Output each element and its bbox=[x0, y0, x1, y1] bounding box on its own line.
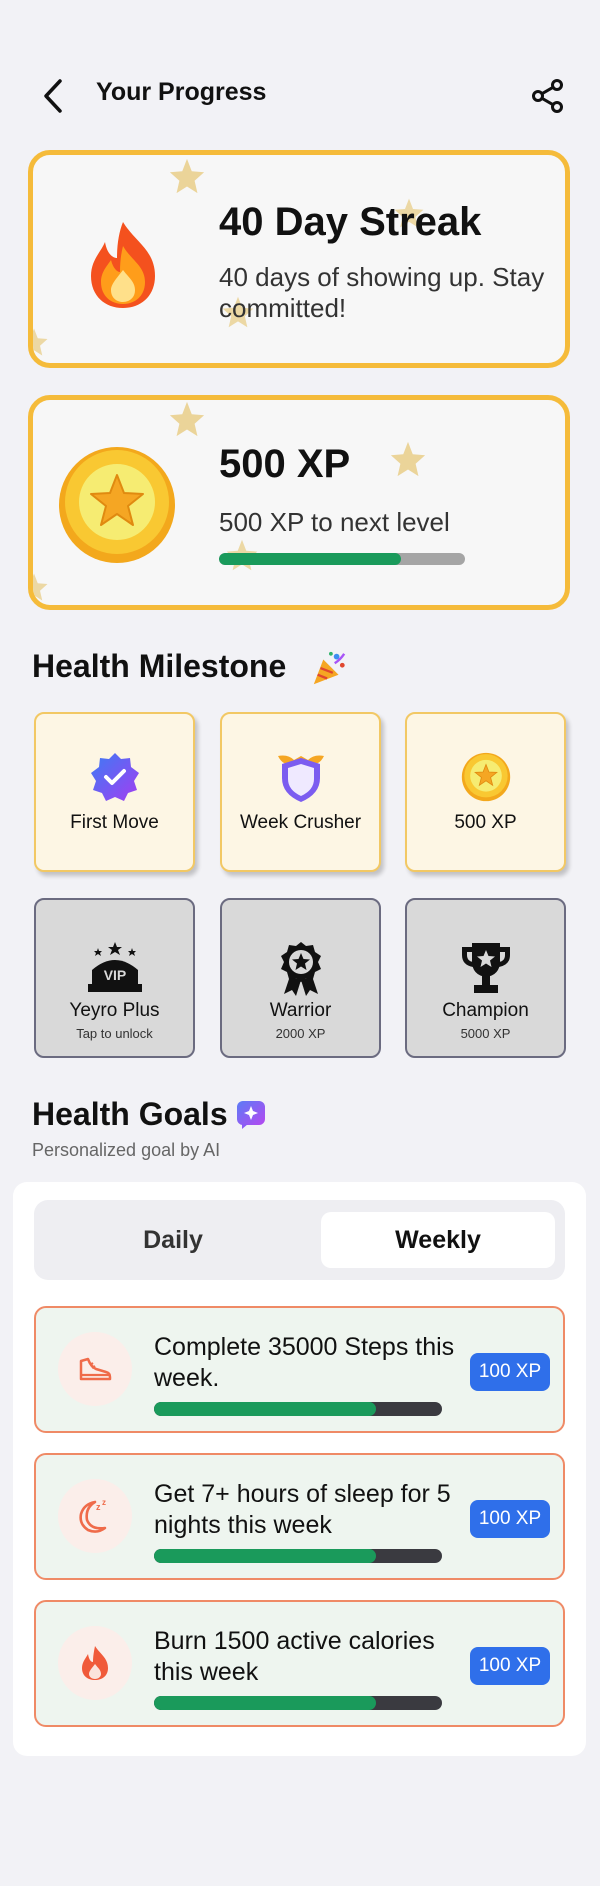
milestone-section-title: Health Milestone bbox=[32, 648, 287, 684]
moon-sleep-icon: z z bbox=[58, 1479, 132, 1553]
flame-icon bbox=[58, 1626, 132, 1700]
badge-week-crusher[interactable]: Week Crusher bbox=[220, 712, 381, 872]
goal-xp-badge: 100 XP bbox=[470, 1500, 550, 1538]
goal-text: Burn 1500 active calories this week bbox=[154, 1627, 435, 1686]
vip-crown-icon: VIP bbox=[84, 940, 146, 996]
badge-label: Warrior bbox=[269, 1000, 332, 1021]
star-coin-icon bbox=[59, 447, 175, 563]
goal-progress-bar bbox=[154, 1696, 442, 1710]
goal-item-steps[interactable]: Complete 35000 Steps this week. 100 XP bbox=[34, 1306, 565, 1433]
star-coin-icon bbox=[459, 750, 513, 804]
share-icon bbox=[532, 79, 563, 113]
badge-first-move[interactable]: First Move bbox=[34, 712, 195, 872]
badge-yeyro-plus[interactable]: VIP Yeyro Plus Tap to unlock bbox=[34, 898, 195, 1058]
party-popper-icon bbox=[313, 651, 346, 685]
goal-progress-bar bbox=[154, 1549, 442, 1563]
svg-text:VIP: VIP bbox=[103, 967, 126, 983]
goals-subtitle: Personalized goal by AI bbox=[32, 1140, 221, 1160]
badge-label: 500 XP bbox=[454, 812, 517, 833]
badge-500-xp[interactable]: 500 XP bbox=[405, 712, 566, 872]
shield-icon bbox=[274, 750, 328, 804]
goal-text: Complete 35000 Steps this week. bbox=[154, 1333, 455, 1392]
streak-subtitle: 40 days of showing up. Stay committed! bbox=[219, 262, 545, 323]
goals-section-title: Health Goals bbox=[32, 1096, 228, 1132]
award-ribbon-icon bbox=[270, 940, 332, 996]
shoe-icon bbox=[58, 1332, 132, 1406]
goal-xp-badge: 100 XP bbox=[470, 1647, 550, 1685]
header: Your Progress bbox=[0, 60, 600, 130]
streak-card: 40 Day Streak 40 days of showing up. Sta… bbox=[28, 150, 570, 368]
goal-progress-fill bbox=[154, 1696, 376, 1710]
sparkle-star-icon bbox=[169, 401, 205, 437]
svg-text:z: z bbox=[102, 1498, 106, 1507]
badge-sublabel: 2000 XP bbox=[275, 1026, 326, 1041]
goal-xp-badge: 100 XP bbox=[470, 1353, 550, 1391]
badge-label: Week Crusher bbox=[239, 812, 362, 833]
streak-title: 40 Day Streak bbox=[219, 200, 482, 244]
badge-label: First Move bbox=[70, 812, 159, 833]
tab-daily[interactable]: Daily bbox=[56, 1212, 290, 1268]
badge-label: Yeyro Plus bbox=[69, 1000, 160, 1021]
goal-text: Get 7+ hours of sleep for 5 nights this … bbox=[154, 1480, 451, 1539]
badge-sublabel: 5000 XP bbox=[460, 1026, 511, 1041]
goals-panel: Daily Weekly Complete 35000 Steps this w… bbox=[13, 1182, 586, 1756]
goal-progress-fill bbox=[154, 1549, 376, 1563]
sparkle-star-icon bbox=[33, 573, 48, 601]
goal-progress-fill bbox=[154, 1402, 376, 1416]
sparkle-star-icon bbox=[169, 158, 205, 194]
svg-text:z: z bbox=[96, 1502, 101, 1512]
badge-champion[interactable]: Champion 5000 XP bbox=[405, 898, 566, 1058]
xp-progress-fill bbox=[219, 553, 402, 565]
xp-card: 500 XP 500 XP to next level bbox=[28, 395, 570, 610]
xp-subtitle: 500 XP to next level bbox=[219, 507, 450, 537]
page-title: Your Progress bbox=[96, 78, 267, 106]
trophy-icon bbox=[455, 940, 517, 996]
badge-label: Champion bbox=[442, 1000, 529, 1021]
badge-warrior[interactable]: Warrior 2000 XP bbox=[220, 898, 381, 1058]
chevron-left-icon bbox=[44, 79, 62, 113]
goal-period-tabs: Daily Weekly bbox=[34, 1200, 565, 1280]
xp-progress-bar bbox=[219, 553, 465, 565]
back-button[interactable] bbox=[36, 76, 70, 116]
goal-item-calories[interactable]: Burn 1500 active calories this week 100 … bbox=[34, 1600, 565, 1727]
sparkle-star-icon bbox=[390, 441, 426, 477]
goal-item-sleep[interactable]: z z Get 7+ hours of sleep for 5 nights t… bbox=[34, 1453, 565, 1580]
ai-sparkle-icon bbox=[237, 1101, 265, 1129]
sparkle-star-icon bbox=[33, 328, 48, 356]
tab-weekly[interactable]: Weekly bbox=[321, 1212, 555, 1268]
verified-badge-icon bbox=[88, 750, 142, 804]
fire-icon bbox=[91, 222, 155, 308]
share-button[interactable] bbox=[528, 76, 568, 116]
xp-title: 500 XP bbox=[219, 442, 351, 486]
badge-sublabel: Tap to unlock bbox=[76, 1026, 153, 1041]
goal-progress-bar bbox=[154, 1402, 442, 1416]
